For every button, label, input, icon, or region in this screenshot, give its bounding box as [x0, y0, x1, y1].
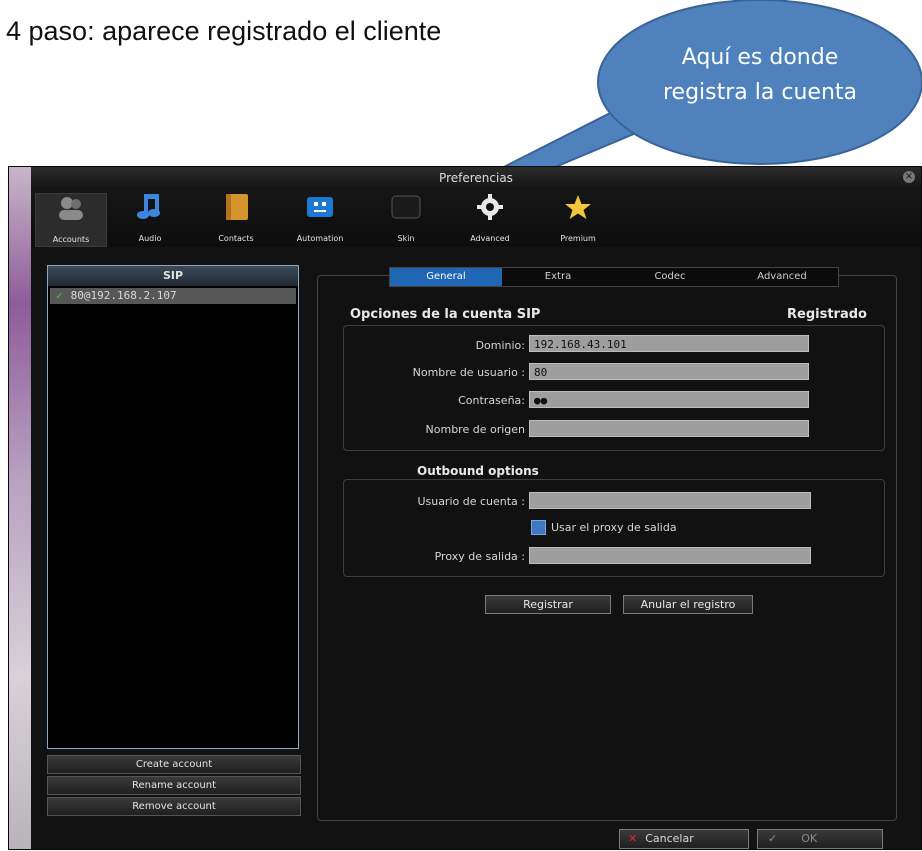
- account-user-field[interactable]: [529, 492, 811, 509]
- settings-tabs: General Extra Codec Advanced: [389, 267, 839, 287]
- unregister-button[interactable]: Anular el registro: [623, 595, 753, 614]
- toolbar-label: Contacts: [218, 234, 254, 243]
- ok-button[interactable]: ✓ OK: [757, 829, 883, 849]
- create-account-button[interactable]: Create account: [47, 755, 301, 774]
- tab-general[interactable]: General: [390, 268, 502, 286]
- audio-icon: [137, 194, 160, 219]
- title-bar: Preferencias ×: [31, 167, 921, 189]
- account-label: 80@192.168.2.107: [70, 289, 177, 302]
- automation-icon: [307, 197, 333, 217]
- window-title: Preferencias: [439, 171, 513, 185]
- registration-status: Registrado: [787, 307, 867, 322]
- page-heading: 4 paso: aparece registrado el cliente: [6, 16, 442, 46]
- check-icon: ✓: [56, 289, 63, 302]
- skin-icon: [391, 195, 421, 219]
- cancel-label: Cancelar: [645, 832, 694, 845]
- gear-icon: [477, 194, 503, 220]
- toolbar-contacts[interactable]: Contacts: [201, 193, 271, 245]
- proxy-field[interactable]: [529, 547, 811, 564]
- close-icon: ✕: [628, 832, 638, 845]
- toolbar-label: Accounts: [52, 235, 90, 244]
- preferences-window: Preferencias × Accounts Audio Contacts A…: [8, 166, 922, 850]
- toolbar-accounts[interactable]: Accounts: [35, 193, 107, 247]
- contacts-icon: [226, 194, 248, 220]
- origin-name-field[interactable]: [529, 420, 809, 437]
- toolbar-advanced[interactable]: Advanced: [455, 193, 525, 245]
- remove-account-button[interactable]: Remove account: [47, 797, 301, 816]
- toolbar-label: Advanced: [470, 234, 510, 243]
- toolbar-audio[interactable]: Audio: [115, 193, 185, 245]
- use-proxy-checkbox[interactable]: [531, 520, 546, 535]
- callout-line-2: registra la cuenta: [663, 80, 857, 105]
- domain-field[interactable]: 192.168.43.101: [529, 335, 809, 352]
- toolbar: Accounts Audio Contacts Automation Skin …: [31, 189, 921, 247]
- toolbar-automation[interactable]: Automation: [285, 193, 355, 245]
- toolbar-label: Automation: [296, 234, 344, 243]
- tab-extra[interactable]: Extra: [502, 268, 614, 286]
- rename-account-button[interactable]: Rename account: [47, 776, 301, 795]
- toolbar-label: Premium: [560, 234, 596, 243]
- close-icon[interactable]: ×: [903, 171, 915, 183]
- outbound-options-title: Outbound options: [417, 464, 539, 478]
- account-list-panel: SIP ✓ 80@192.168.2.107: [47, 265, 299, 749]
- toolbar-premium[interactable]: Premium: [543, 193, 613, 245]
- ok-label: OK: [801, 832, 818, 845]
- sip-options-title: Opciones de la cuenta SIP: [350, 307, 541, 322]
- tab-codec[interactable]: Codec: [614, 268, 726, 286]
- accounts-icon: [59, 197, 83, 220]
- toolbar-skin[interactable]: Skin: [371, 193, 441, 245]
- toolbar-label: Skin: [397, 234, 415, 243]
- check-icon: ✓: [768, 832, 778, 845]
- proxy-label: Proxy de salida :: [434, 550, 525, 563]
- cancel-button[interactable]: ✕ Cancelar: [619, 829, 749, 849]
- tab-advanced[interactable]: Advanced: [726, 268, 838, 286]
- password-field[interactable]: ●●: [529, 391, 809, 408]
- account-list-item[interactable]: ✓ 80@192.168.2.107: [50, 288, 296, 304]
- use-proxy-label: Usar el proxy de salida: [551, 521, 677, 534]
- origin-name-label: Nombre de origen: [425, 423, 525, 436]
- callout-line-1: Aquí es donde: [681, 45, 839, 70]
- toolbar-label: Audio: [138, 234, 162, 243]
- domain-label: Dominio:: [475, 339, 525, 352]
- username-field[interactable]: 80: [529, 363, 809, 380]
- star-icon: [565, 195, 591, 219]
- account-list-header: SIP: [48, 266, 298, 286]
- register-button[interactable]: Registrar: [485, 595, 611, 614]
- account-user-label: Usuario de cuenta :: [417, 495, 525, 508]
- desktop-background: [9, 167, 31, 849]
- password-label: Contraseña:: [458, 394, 525, 407]
- username-label: Nombre de usuario :: [412, 366, 525, 379]
- callout-text: Aquí es donde registra la cuenta: [640, 40, 880, 110]
